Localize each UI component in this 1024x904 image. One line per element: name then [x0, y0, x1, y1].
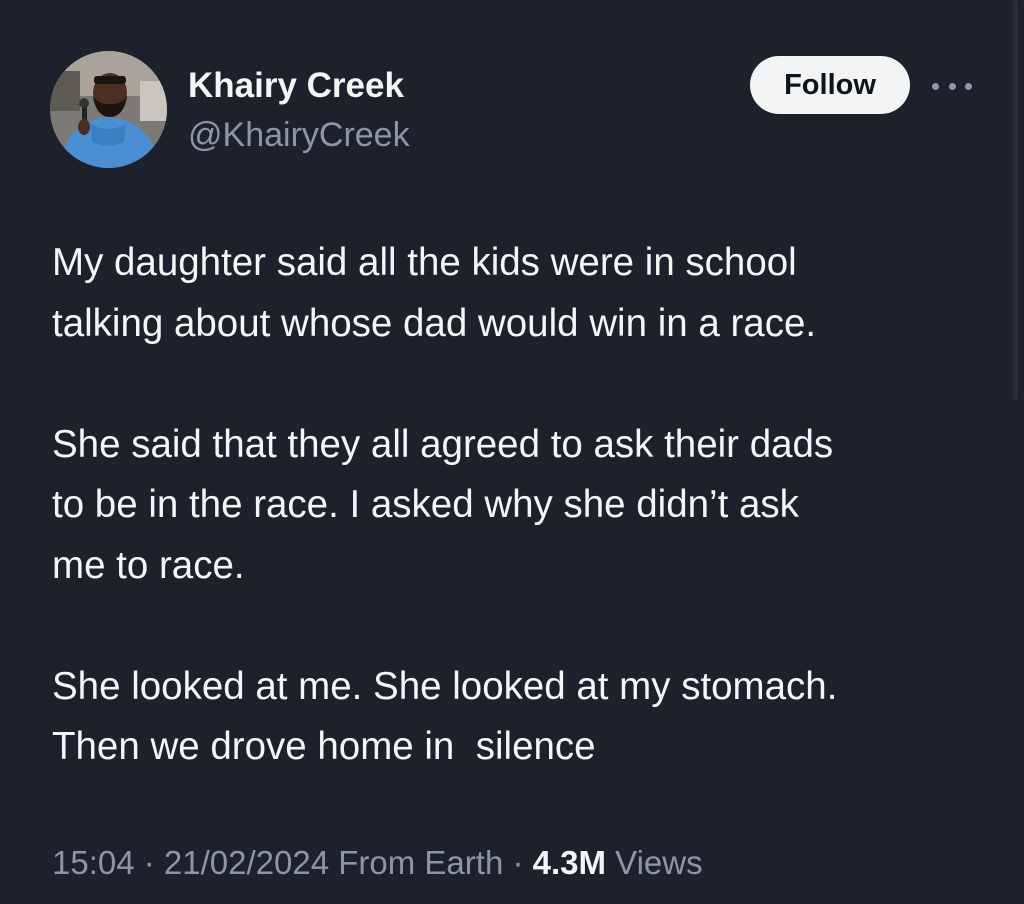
views-label: Views	[606, 844, 703, 881]
avatar[interactable]	[50, 51, 167, 168]
scrollbar[interactable]	[1013, 0, 1018, 400]
tweet-date[interactable]: 21/02/2024	[164, 844, 329, 881]
ellipsis-icon	[932, 82, 939, 90]
tweet-text: My daughter said all the kids were in sc…	[52, 233, 1002, 778]
meta-separator: ·	[134, 844, 164, 881]
tweet-time[interactable]: 15:04	[52, 844, 135, 881]
tweet-source: From Earth	[329, 844, 504, 881]
tweet-meta: 15:04 · 21/02/2024 From Earth · 4.3M Vie…	[52, 838, 703, 888]
tweet-paragraph: She looked at me. She looked at my stoma…	[52, 664, 838, 769]
ellipsis-icon	[948, 82, 956, 90]
views-count[interactable]: 4.3M	[533, 844, 606, 881]
author-handle[interactable]: @KhairyCreek	[188, 113, 410, 157]
ellipsis-icon	[965, 82, 972, 90]
tweet-paragraph: My daughter said all the kids were in sc…	[52, 241, 817, 345]
follow-button[interactable]: Follow	[750, 56, 910, 114]
meta-separator: ·	[503, 844, 533, 881]
author-name[interactable]: Khairy Creek	[188, 64, 404, 108]
profile-photo	[50, 51, 167, 168]
more-options-button[interactable]	[932, 76, 972, 96]
tweet-paragraph: She said that they all agreed to ask the…	[52, 422, 834, 587]
